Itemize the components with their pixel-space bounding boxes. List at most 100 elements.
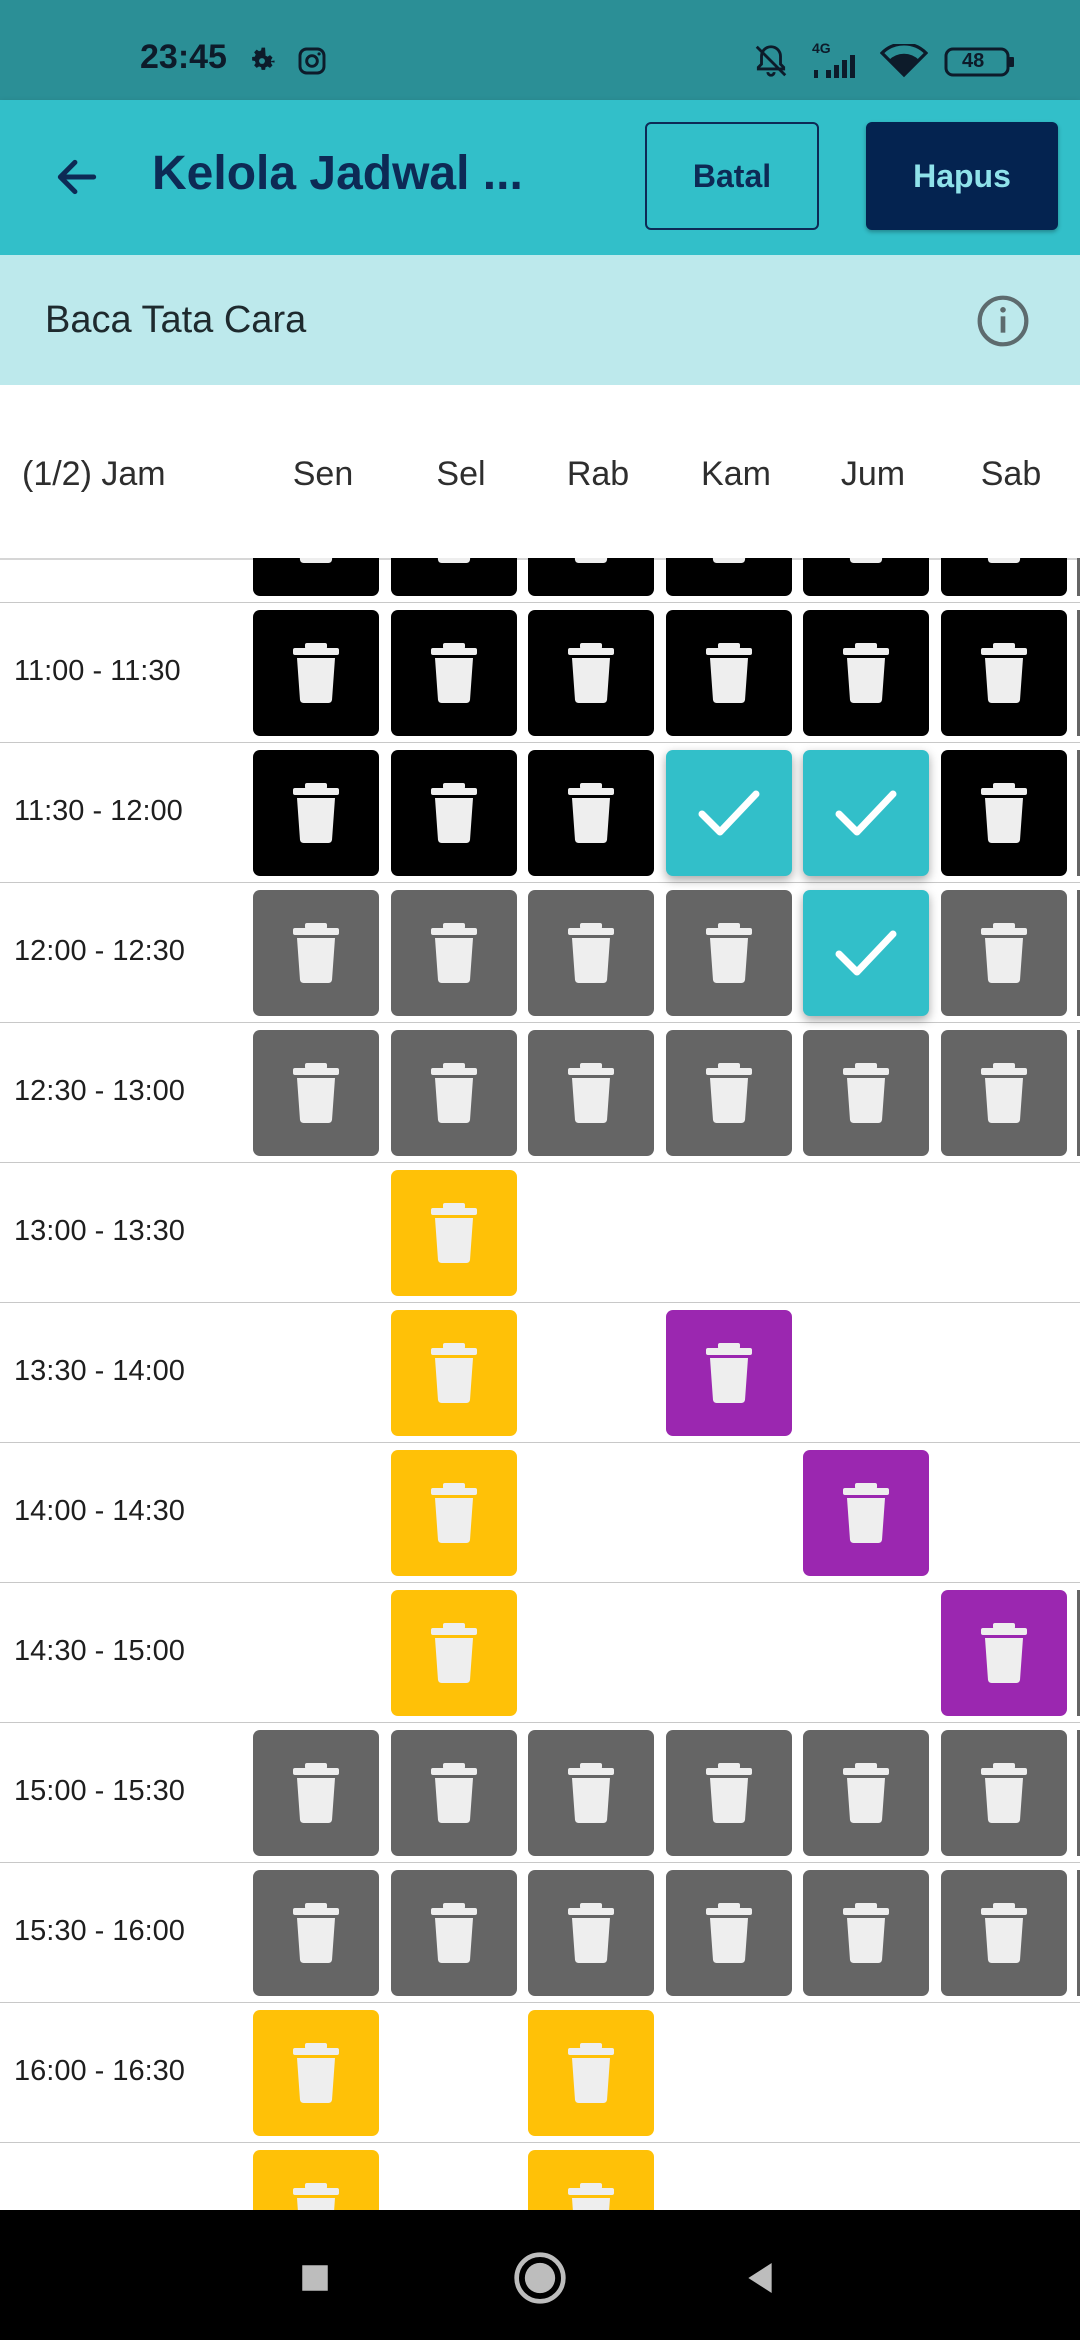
schedule-cell-sel[interactable] — [391, 1030, 517, 1156]
schedule-cell-jum[interactable] — [803, 1870, 929, 1996]
trash-icon — [843, 643, 889, 703]
settings-icon — [246, 45, 278, 82]
home-button[interactable] — [510, 2248, 570, 2308]
info-text: Baca Tata Cara — [45, 299, 307, 341]
trash-icon — [431, 923, 477, 983]
schedule-cell-jum[interactable] — [803, 610, 929, 736]
trash-icon — [706, 1763, 752, 1823]
schedule-cell-rab[interactable] — [528, 558, 654, 596]
back-button[interactable] — [45, 145, 109, 209]
trash-icon — [431, 1343, 477, 1403]
schedule-cell-jum[interactable] — [803, 750, 929, 876]
schedule-cell-kam[interactable] — [666, 610, 792, 736]
schedule-cell-sen[interactable] — [253, 890, 379, 1016]
time-slot-label: 13:00 - 13:30 — [14, 1215, 185, 1247]
schedule-cell-kam[interactable] — [666, 750, 792, 876]
check-icon — [835, 930, 897, 976]
schedule-cell-sel[interactable] — [391, 1310, 517, 1436]
schedule-cell-sel[interactable] — [391, 1730, 517, 1856]
trash-icon — [843, 1483, 889, 1543]
schedule-cell-sel[interactable] — [391, 610, 517, 736]
schedule-cell-jum[interactable] — [803, 1730, 929, 1856]
trash-icon — [431, 1623, 477, 1683]
trash-icon — [568, 1063, 614, 1123]
schedule-cell-sab[interactable] — [941, 1590, 1067, 1716]
schedule-cell-sen[interactable] — [253, 750, 379, 876]
schedule-cell-sab[interactable] — [941, 1030, 1067, 1156]
trash-icon — [293, 1903, 339, 1963]
time-slot-label: 12:30 - 13:00 — [14, 1075, 185, 1107]
back-nav-button[interactable] — [730, 2248, 790, 2308]
schedule-cell-kam[interactable] — [666, 890, 792, 1016]
schedule-cell-sen[interactable] — [253, 1030, 379, 1156]
check-icon — [835, 790, 897, 836]
trash-icon — [843, 1063, 889, 1123]
home-icon — [514, 2252, 566, 2304]
schedule-cell-kam[interactable] — [666, 1030, 792, 1156]
trash-icon — [431, 1203, 477, 1263]
schedule-cell-sab[interactable] — [941, 1870, 1067, 1996]
schedule-cell-sab[interactable] — [941, 610, 1067, 736]
schedule-cell-sel[interactable] — [391, 1170, 517, 1296]
recents-button[interactable] — [285, 2248, 345, 2308]
row-divider — [0, 2142, 1080, 2143]
schedule-cell-kam[interactable] — [666, 558, 792, 596]
back-icon — [748, 2263, 772, 2293]
time-slot-label: 14:30 - 15:00 — [14, 1635, 185, 1667]
schedule-cell-sel[interactable] — [391, 558, 517, 596]
day-header-kam: Kam — [701, 455, 771, 493]
schedule-cell-jum[interactable] — [803, 890, 929, 1016]
schedule-cell-jum[interactable] — [803, 558, 929, 596]
trash-icon — [437, 558, 471, 563]
trash-icon — [981, 783, 1027, 843]
schedule-cell-kam[interactable] — [666, 1310, 792, 1436]
schedule-cell-sen[interactable] — [253, 610, 379, 736]
trash-icon — [431, 1063, 477, 1123]
hour-column-header: (1/2) Jam — [22, 455, 166, 493]
schedule-cell-sab[interactable] — [941, 890, 1067, 1016]
schedule-cell-sab[interactable] — [941, 1730, 1067, 1856]
schedule-cell-jum[interactable] — [803, 1030, 929, 1156]
schedule-cell-rab[interactable] — [528, 2010, 654, 2136]
schedule-cell-sen[interactable] — [253, 1730, 379, 1856]
trash-icon — [431, 1483, 477, 1543]
grid-header: (1/2) Jam Sen Sel Rab Kam Jum Sab — [0, 385, 1080, 560]
trash-icon — [299, 558, 333, 563]
schedule-cell-rab[interactable] — [528, 1030, 654, 1156]
day-header-sen: Sen — [292, 455, 354, 493]
schedule-cell-rab[interactable] — [528, 1870, 654, 1996]
trash-icon — [706, 643, 752, 703]
schedule-cell-rab[interactable] — [528, 750, 654, 876]
schedule-cell-sab[interactable] — [941, 558, 1067, 596]
schedule-cell-sen[interactable] — [253, 2010, 379, 2136]
status-time: 23:45 — [140, 38, 227, 76]
page-title: Kelola Jadwal ... — [152, 147, 523, 200]
schedule-cell-sel[interactable] — [391, 1870, 517, 1996]
schedule-cell-sel[interactable] — [391, 750, 517, 876]
schedule-cell-kam[interactable] — [666, 1730, 792, 1856]
schedule-cell-sel[interactable] — [391, 1590, 517, 1716]
schedule-cell-sen[interactable] — [253, 2150, 379, 2210]
cancel-button[interactable]: Batal — [645, 122, 819, 230]
info-icon[interactable] — [975, 293, 1031, 354]
row-divider — [0, 1022, 1080, 1023]
schedule-cell-rab[interactable] — [528, 610, 654, 736]
schedule-cell-sen[interactable] — [253, 1870, 379, 1996]
trash-icon — [293, 2183, 339, 2210]
schedule-cell-rab[interactable] — [528, 2150, 654, 2210]
info-banner[interactable]: Baca Tata Cara — [0, 255, 1080, 385]
schedule-cell-sab[interactable] — [941, 750, 1067, 876]
trash-icon — [712, 558, 746, 563]
schedule-cell-sen[interactable] — [253, 558, 379, 596]
row-divider — [0, 882, 1080, 883]
trash-icon — [293, 643, 339, 703]
schedule-cell-rab[interactable] — [528, 1730, 654, 1856]
schedule-cell-rab[interactable] — [528, 890, 654, 1016]
trash-icon — [706, 1903, 752, 1963]
delete-button[interactable]: Hapus — [866, 122, 1058, 230]
schedule-cell-kam[interactable] — [666, 1870, 792, 1996]
schedule-cell-jum[interactable] — [803, 1450, 929, 1576]
schedule-cell-sel[interactable] — [391, 1450, 517, 1576]
time-slot-label: 14:00 - 14:30 — [14, 1495, 185, 1527]
schedule-cell-sel[interactable] — [391, 890, 517, 1016]
